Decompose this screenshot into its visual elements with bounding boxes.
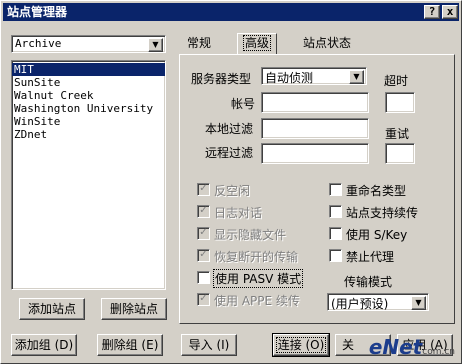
- delete-group-button[interactable]: 删除组 (E): [97, 334, 163, 356]
- site-group-value: Archive: [15, 37, 62, 50]
- site-list-item[interactable]: MIT: [12, 63, 165, 76]
- option-label: 使用 APPE 续传: [214, 294, 300, 308]
- timeout-label: 超时: [384, 74, 409, 88]
- option-label: 使用 PASV 模式: [212, 269, 304, 288]
- option-label: 反空闲: [214, 184, 251, 198]
- option-checkbox[interactable]: [329, 249, 342, 262]
- watermark-text: eNet: [368, 335, 423, 359]
- site-list-item[interactable]: ZDnet: [12, 128, 165, 141]
- close-window-button[interactable]: x: [442, 5, 458, 19]
- option-label: 恢复断开的传输: [214, 250, 299, 264]
- site-list[interactable]: MIT SunSite Walnut Creek Washington Univers…: [11, 60, 166, 290]
- title-bar[interactable]: 站点管理器: [3, 3, 459, 21]
- server-type-label: 服务器类型: [191, 72, 252, 86]
- option-label: 日志对话: [214, 206, 263, 220]
- timeout-input[interactable]: [385, 92, 415, 113]
- transfer-mode-combo[interactable]: (用户预设) ▼: [327, 293, 429, 311]
- remote-filter-input[interactable]: [261, 143, 369, 164]
- connect-button-label: 连接 (O): [275, 337, 327, 353]
- option-checkbox: ✓: [197, 227, 210, 240]
- option-checkbox: ✓: [197, 249, 210, 262]
- option-checkbox: ✓: [197, 205, 210, 218]
- option-checkbox: ✓: [197, 293, 210, 306]
- window-title: 站点管理器: [7, 5, 68, 19]
- site-list-item[interactable]: WinSite: [12, 115, 165, 128]
- site-list-item[interactable]: Walnut Creek: [12, 89, 165, 102]
- remote-filter-label: 远程过滤: [205, 146, 254, 160]
- transfer-mode-label: 传输模式: [344, 275, 393, 289]
- tab-advanced[interactable]: 高级: [237, 33, 278, 55]
- site-group-combo[interactable]: Archive ▼: [11, 35, 166, 53]
- site-manager-window: 站点管理器 ? x Archive ▼ MIT SunSite Walnut Cre…: [0, 0, 462, 364]
- site-list-item[interactable]: SunSite: [12, 76, 165, 89]
- option-checkbox: ✓: [197, 183, 210, 196]
- option-label: 站点支持续传: [346, 206, 419, 220]
- site-list-item[interactable]: Washington University: [12, 102, 165, 115]
- option-checkbox[interactable]: [329, 183, 342, 196]
- option-checkbox[interactable]: [197, 271, 210, 284]
- retry-input[interactable]: [385, 143, 415, 164]
- retry-label: 重试: [385, 127, 410, 141]
- tab-advanced-label: 高级: [242, 35, 272, 51]
- connect-button[interactable]: 连接 (O): [272, 333, 330, 357]
- enet-watermark: eNetcom.cn: [369, 335, 455, 359]
- account-label: 帐号: [231, 97, 256, 111]
- option-checkbox[interactable]: [329, 205, 342, 218]
- chevron-down-icon[interactable]: ▼: [349, 70, 364, 84]
- add-group-button[interactable]: 添加组 (D): [11, 334, 77, 356]
- option-label: 禁止代理: [346, 250, 395, 264]
- option-label: 使用 S/Key: [346, 228, 408, 242]
- help-button[interactable]: ?: [424, 5, 440, 19]
- server-type-value: 自动侦测: [265, 71, 314, 85]
- server-type-combo[interactable]: 自动侦测 ▼: [261, 67, 367, 85]
- option-label: 重命名类型: [346, 184, 407, 198]
- watermark-sub: com.cn: [422, 347, 455, 357]
- option-label: 显示隐藏文件: [214, 228, 287, 242]
- account-input[interactable]: [261, 92, 369, 113]
- tab-general[interactable]: 常规: [181, 34, 217, 54]
- option-checkbox[interactable]: [329, 227, 342, 240]
- import-button[interactable]: 导入 (I): [181, 334, 237, 356]
- add-site-button[interactable]: 添加站点: [19, 298, 85, 320]
- local-filter-input[interactable]: [261, 118, 369, 139]
- delete-site-button[interactable]: 删除站点: [101, 298, 167, 320]
- chevron-down-icon[interactable]: ▼: [411, 296, 426, 310]
- chevron-down-icon[interactable]: ▼: [148, 38, 163, 52]
- local-filter-label: 本地过滤: [205, 122, 254, 136]
- transfer-mode-value: (用户预设): [331, 297, 389, 311]
- tab-site-status[interactable]: 站点状态: [297, 34, 357, 54]
